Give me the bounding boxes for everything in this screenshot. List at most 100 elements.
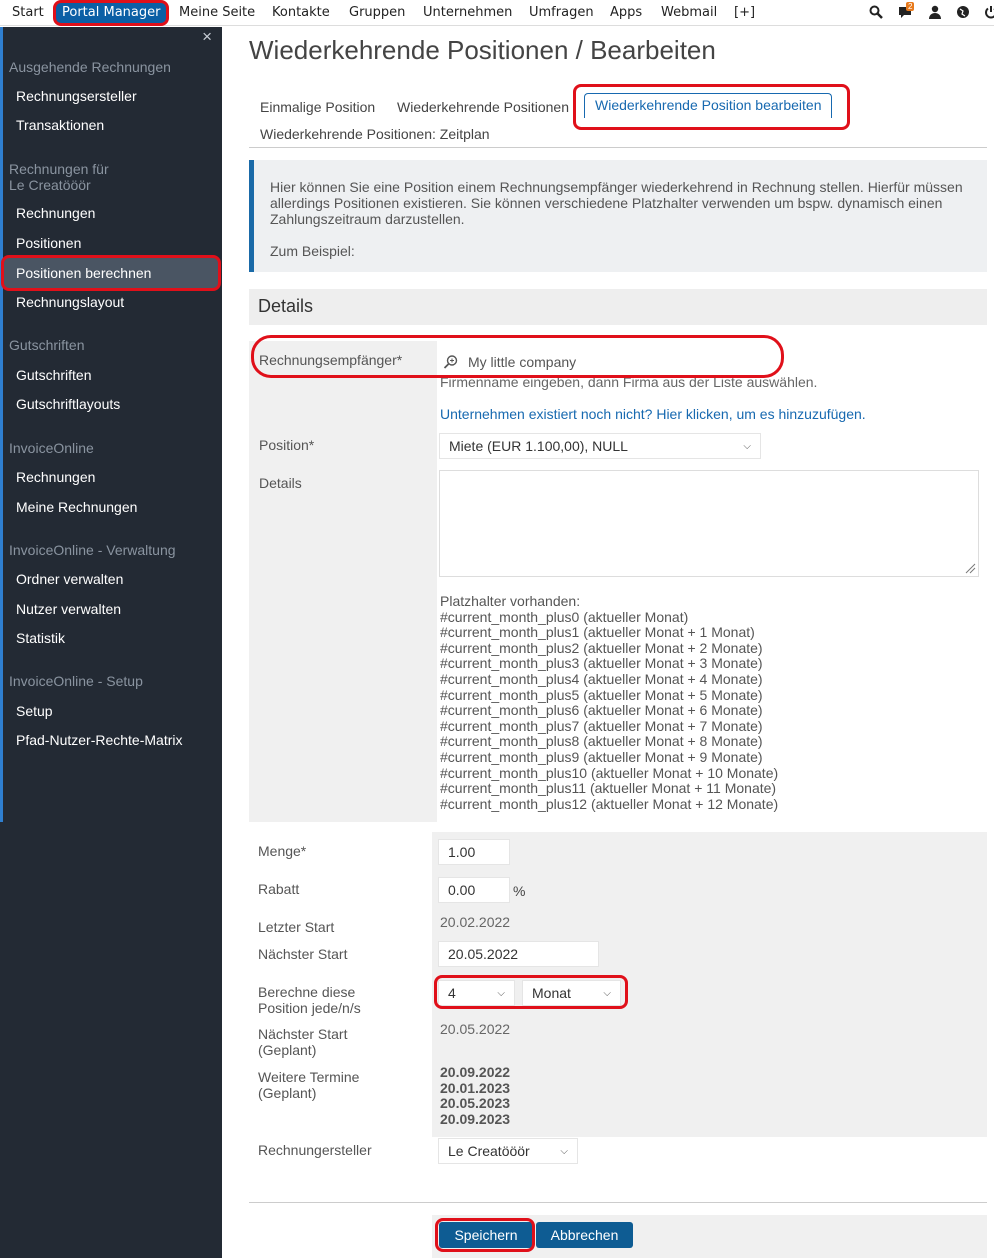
nav-apps[interactable]: Apps <box>610 0 642 26</box>
placeholder-item: #current_month_plus2 (aktueller Monat + … <box>440 639 763 656</box>
search-icon <box>443 355 458 369</box>
sidebar-item-rechnungslayout[interactable]: Rechnungslayout <box>16 294 124 310</box>
form-area-values <box>432 832 987 1137</box>
interval-label: Berechne diese Position jede/n/s <box>258 984 361 1016</box>
tab-zeitplan[interactable]: Wiederkehrende Positionen: Zeitplan <box>260 126 490 142</box>
nav-gruppen[interactable]: Gruppen <box>349 0 405 26</box>
placeholder-item: #current_month_plus9 (aktueller Monat + … <box>440 748 763 765</box>
nav-webmail[interactable]: Webmail <box>661 0 717 26</box>
add-company-link[interactable]: Unternehmen existiert noch nicht? Hier k… <box>440 406 866 422</box>
nav-unternehmen[interactable]: Unternehmen <box>423 0 512 26</box>
nav-add[interactable]: [+] <box>734 0 755 26</box>
further-date: 20.05.2023 <box>440 1095 511 1111</box>
sidebar-item-statistik[interactable]: Statistik <box>16 630 65 646</box>
recipient-label: Rechnungsempfänger* <box>259 352 403 368</box>
chevron-down-icon: ⌵ <box>743 440 751 452</box>
close-icon[interactable]: × <box>202 27 212 47</box>
placeholder-item: #current_month_plus0 (aktueller Monat) <box>440 608 689 625</box>
chevron-down-icon: ⌵ <box>560 1145 568 1157</box>
next-start-value: 20.05.2022 <box>448 946 519 962</box>
creator-label: Rechnungersteller <box>258 1142 372 1158</box>
sidebar-item-io-rechnungen[interactable]: Rechnungen <box>16 469 95 485</box>
sidebar-section-invoiceonline: InvoiceOnline <box>9 440 94 456</box>
tab-wiederkehrende-positionen[interactable]: Wiederkehrende Positionen <box>397 99 569 115</box>
save-button[interactable]: Speichern <box>439 1222 533 1248</box>
page-title: Wiederkehrende Positionen / Bearbeiten <box>249 35 716 65</box>
sidebar-item-nutzer[interactable]: Nutzer verwalten <box>16 601 121 617</box>
sidebar-item-meine-rechnungen[interactable]: Meine Rechnungen <box>16 499 137 515</box>
sidebar-section-ausgehende: Ausgehende Rechnungen <box>9 59 171 75</box>
details-heading: Details <box>249 289 987 325</box>
interval-count-select[interactable]: 4 ⌵ <box>438 980 515 1006</box>
chat-icon[interactable]: 2 <box>898 2 915 19</box>
chevron-down-icon: ⌵ <box>603 987 611 999</box>
placeholder-item: #current_month_plus4 (aktueller Monat + … <box>440 670 763 687</box>
globe-icon[interactable] <box>956 5 970 19</box>
power-icon[interactable] <box>984 5 994 19</box>
sidebar-item-positionen-berechnen[interactable]: Positionen berechnen <box>16 265 151 281</box>
info-text: Hier können Sie eine Position einem Rech… <box>270 179 963 227</box>
sidebar-item-gutschriftlayouts[interactable]: Gutschriftlayouts <box>16 396 120 412</box>
discount-label: Rabatt <box>258 881 300 897</box>
sidebar-section-rechnungen-fuer: Rechnungen für Le Creatööör <box>9 161 109 193</box>
placeholder-item: #current_month_plus1 (aktueller Monat + … <box>440 624 755 641</box>
interval-unit-select[interactable]: Monat ⌵ <box>522 980 621 1006</box>
further-date: 20.01.2023 <box>440 1079 511 1096</box>
nav-umfragen[interactable]: Umfragen <box>529 0 594 26</box>
nav-meine-seite[interactable]: Meine Seite <box>179 0 255 26</box>
placeholder-item: #current_month_plus5 (aktueller Monat + … <box>440 686 763 703</box>
resize-handle-icon[interactable] <box>964 562 976 574</box>
notification-badge: 2 <box>906 2 915 11</box>
creator-value: Le Creatööör <box>448 1143 530 1159</box>
further-date: 20.09.2022 <box>440 1064 511 1080</box>
sidebar-section-setup: InvoiceOnline - Setup <box>9 673 143 689</box>
placeholder-title: Platzhalter vorhanden: <box>440 593 581 609</box>
sidebar-item-rechnungsersteller[interactable]: Rechnungsersteller <box>16 88 137 104</box>
nav-portal-manager[interactable]: Portal Manager <box>56 2 167 23</box>
placeholder-item: #current_month_plus6 (aktueller Monat + … <box>440 702 763 719</box>
tab-einmalige-position[interactable]: Einmalige Position <box>260 99 375 115</box>
quantity-label: Menge* <box>258 843 307 859</box>
next-planned-label: Nächster Start (Geplant) <box>258 1026 348 1058</box>
position-label: Position* <box>259 437 315 453</box>
form-footer-divider <box>249 1202 987 1203</box>
placeholder-item: #current_month_plus12 (aktueller Monat +… <box>440 795 779 812</box>
quantity-input[interactable]: 1.00 <box>438 839 510 865</box>
placeholder-item: #current_month_plus11 (aktueller Monat +… <box>440 780 777 797</box>
details-textarea[interactable] <box>439 470 979 577</box>
recipient-value: My little company <box>468 354 577 370</box>
creator-select[interactable]: Le Creatööör ⌵ <box>438 1138 578 1164</box>
position-select[interactable]: Miete (EUR 1.100,00), NULL ⌵ <box>439 433 761 459</box>
further-dates-list: 20.09.2022 20.01.2023 20.05.2023 20.09.2… <box>440 1064 511 1127</box>
search-icon[interactable] <box>869 5 883 19</box>
sidebar-item-positionen[interactable]: Positionen <box>16 235 81 251</box>
user-icon[interactable] <box>928 5 942 19</box>
quantity-value: 1.00 <box>448 844 476 860</box>
cancel-button[interactable]: Abbrechen <box>536 1222 633 1248</box>
sidebar-item-setup[interactable]: Setup <box>16 703 53 719</box>
top-navigation-bar: Start Portal Manager Meine Seite Kontakt… <box>0 0 994 26</box>
sidebar-item-gutschriften[interactable]: Gutschriften <box>16 367 91 383</box>
placeholder-item: #current_month_plus8 (aktueller Monat + … <box>440 733 763 750</box>
further-date: 20.09.2023 <box>440 1110 511 1127</box>
chevron-down-icon: ⌵ <box>497 987 505 999</box>
sidebar-item-rechte-matrix[interactable]: Pfad-Nutzer-Rechte-Matrix <box>16 732 183 748</box>
last-start-value: 20.02.2022 <box>440 914 511 930</box>
nav-start[interactable]: Start <box>12 0 44 26</box>
sidebar: × Ausgehende Rechnungen Rechnungserstell… <box>0 27 222 1258</box>
recipient-hint: Firmenname eingeben, dann Firma aus der … <box>440 374 818 390</box>
tab-position-bearbeiten[interactable]: Wiederkehrende Position bearbeiten <box>584 93 833 118</box>
sidebar-item-rechnungen[interactable]: Rechnungen <box>16 205 95 221</box>
info-example: Zum Beispiel: <box>270 243 355 259</box>
sidebar-item-transaktionen[interactable]: Transaktionen <box>16 117 104 133</box>
sidebar-item-ordner[interactable]: Ordner verwalten <box>16 571 123 587</box>
nav-kontakte[interactable]: Kontakte <box>272 0 330 26</box>
discount-value: 0.00 <box>448 882 476 898</box>
position-value: Miete (EUR 1.100,00), NULL <box>449 438 628 454</box>
main-content: Wiederkehrende Positionen / Bearbeiten E… <box>222 27 994 1258</box>
recipient-field[interactable]: My little company <box>439 348 779 376</box>
tab-divider <box>249 147 987 148</box>
discount-input[interactable]: 0.00 <box>438 877 510 903</box>
interval-unit-value: Monat <box>532 985 571 1001</box>
next-start-input[interactable]: 20.05.2022 <box>438 941 599 967</box>
